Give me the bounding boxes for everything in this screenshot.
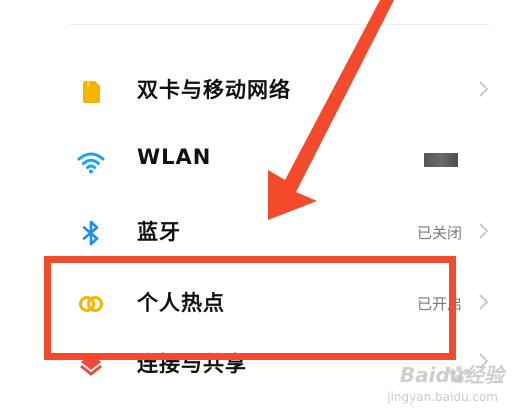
top-divider — [70, 24, 490, 25]
status-text: 已关闭 — [416, 224, 462, 242]
settings-item-label: 个人热点 — [137, 291, 225, 315]
wifi-icon — [76, 147, 106, 177]
chevron-right-icon — [478, 222, 490, 240]
watermark-brand: Baidu经验 — [399, 363, 504, 387]
chevron-right-icon — [478, 293, 490, 311]
bluetooth-icon — [76, 218, 106, 248]
chevron-right-icon — [478, 80, 490, 98]
hotspot-icon — [76, 289, 106, 319]
settings-list: 双卡与移动网络 WLAN 蓝牙 已关闭 个人热点 已开启 连接与共享 — [0, 54, 528, 409]
settings-item-label: 双卡与移动网络 — [137, 78, 291, 102]
sim-card-icon — [76, 76, 106, 106]
status-text: 已开启 — [416, 295, 462, 313]
redacted-network-name — [424, 153, 458, 167]
settings-item-label: 蓝牙 — [137, 220, 181, 244]
settings-item-label: WLAN — [137, 145, 212, 169]
settings-item-personal-hotspot[interactable]: 个人热点 已开启 — [0, 267, 528, 338]
settings-item-sim-mobile-network[interactable]: 双卡与移动网络 — [0, 54, 528, 125]
settings-item-label: 连接与共享 — [137, 352, 247, 376]
connection-share-icon — [76, 348, 106, 378]
settings-item-wlan[interactable]: WLAN — [0, 125, 528, 196]
settings-item-bluetooth[interactable]: 蓝牙 已关闭 — [0, 196, 528, 267]
watermark-url: jingyan.baidu.com — [387, 390, 498, 404]
